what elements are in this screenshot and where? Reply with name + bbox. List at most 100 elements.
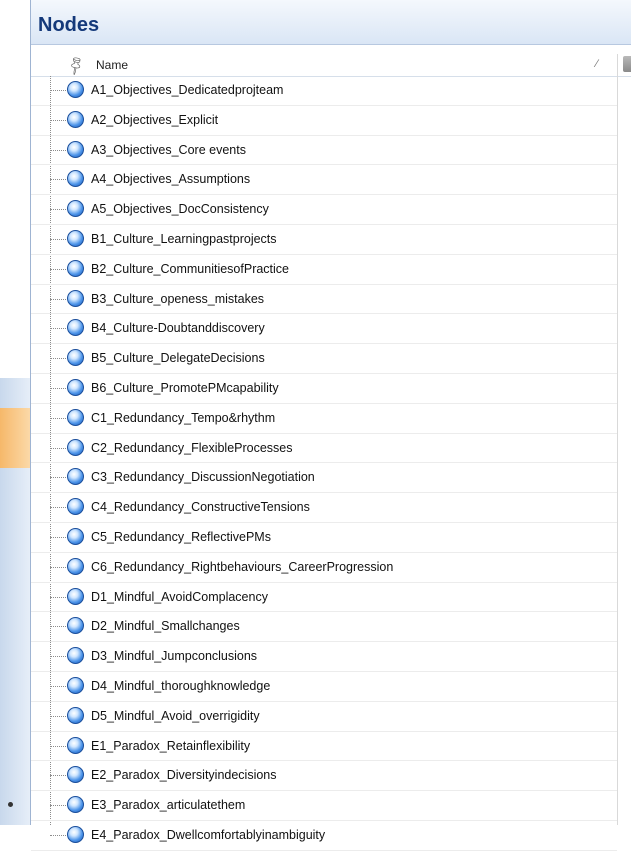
node-circle-icon: [67, 140, 84, 158]
node-label: C2_Redundancy_FlexibleProcesses: [91, 440, 293, 455]
node-circle-icon: [67, 587, 84, 605]
tree-connector: [50, 715, 66, 717]
node-label: A4_Objectives_Assumptions: [91, 172, 251, 187]
node-circle-icon: [67, 527, 84, 545]
tree-connector: [50, 507, 66, 509]
tree-connector: [50, 834, 66, 836]
tree-connector: [50, 447, 66, 449]
node-label: A3_Objectives_Core events: [91, 142, 246, 157]
node-label: A5_Objectives_DocConsistency: [91, 202, 269, 217]
node-label: E4_Paradox_Dwellcomfortablyinambiguity: [91, 827, 326, 842]
tree-connector: [50, 119, 66, 121]
tree-connector: [50, 656, 66, 658]
node-row[interactable]: D4_Mindful_thoroughknowledge: [31, 672, 617, 702]
node-row[interactable]: D3_Mindful_Jumpconclusions: [31, 642, 617, 672]
tree-connector: [50, 745, 66, 747]
node-label: D5_Mindful_Avoid_overrigidity: [91, 708, 260, 723]
node-row[interactable]: A4_Objectives_Assumptions: [31, 165, 617, 196]
left-frame-dot: [8, 802, 13, 807]
node-circle-icon: [67, 706, 84, 724]
panel-header: Nodes: [31, 0, 631, 45]
node-row[interactable]: A2_Objectives_Explicit: [31, 106, 617, 136]
tree-connector: [50, 596, 66, 598]
node-circle-icon: [67, 200, 84, 218]
node-row[interactable]: C3_Redundancy_DiscussionNegotiation: [31, 463, 617, 494]
node-row[interactable]: D5_Mindful_Avoid_overrigidity: [31, 702, 617, 732]
node-row[interactable]: C6_Redundancy_Rightbehaviours_CareerProg…: [31, 553, 617, 583]
node-label: E1_Paradox_Retainflexibility: [91, 738, 251, 753]
tree-connector: [50, 387, 66, 389]
tree-connector: [50, 149, 66, 151]
node-circle-icon: [67, 319, 84, 337]
node-row[interactable]: B4_Culture-Doubtanddiscovery: [31, 314, 617, 345]
tree-connector: [50, 179, 66, 181]
node-circle-icon: [67, 229, 84, 247]
tree-connector: [50, 805, 66, 807]
node-circle-icon: [67, 110, 84, 128]
node-circle-icon: [67, 408, 84, 426]
left-frame-selected-tab[interactable]: [0, 408, 30, 468]
node-circle-icon: [67, 617, 84, 635]
node-row[interactable]: A3_Objectives_Core events: [31, 136, 617, 166]
node-row[interactable]: B6_Culture_PromotePMcapability: [31, 374, 617, 404]
node-circle-icon: [67, 468, 84, 486]
sort-icon[interactable]: ∕: [596, 58, 598, 70]
node-circle-icon: [67, 736, 84, 754]
tree-connector: [50, 328, 66, 330]
node-circle-icon: [67, 259, 84, 277]
tree-connector: [50, 536, 66, 538]
node-row[interactable]: E2_Paradox_Diversityindecisions: [31, 761, 617, 792]
node-circle-icon: [67, 289, 84, 307]
node-circle-icon: [67, 349, 84, 367]
node-row[interactable]: B3_Culture_openess_mistakes: [31, 285, 617, 315]
node-row[interactable]: E4_Paradox_Dwellcomfortablyinambiguity: [31, 821, 617, 851]
node-label: B4_Culture-Doubtanddiscovery: [91, 321, 265, 336]
node-row[interactable]: E1_Paradox_Retainflexibility: [31, 732, 617, 762]
node-label: D4_Mindful_thoroughknowledge: [91, 678, 271, 693]
tree-connector: [50, 566, 66, 568]
node-label: D2_Mindful_Smallchanges: [91, 619, 240, 634]
node-circle-icon: [67, 766, 84, 784]
tree-connector: [50, 268, 66, 270]
node-label: E3_Paradox_articulatethem: [91, 798, 246, 813]
node-label: E2_Paradox_Diversityindecisions: [91, 768, 277, 783]
node-circle-icon: [67, 378, 84, 396]
node-circle-icon: [67, 438, 84, 456]
nodes-panel: Nodes 📌︎ Name ∕ A1_Objectives_Dedicatedp…: [30, 0, 631, 851]
tree-connector: [50, 209, 66, 211]
node-circle-icon: [67, 825, 84, 843]
column-extra-icon[interactable]: [623, 56, 631, 72]
node-row[interactable]: C5_Redundancy_ReflectivePMs: [31, 523, 617, 553]
node-row[interactable]: A5_Objectives_DocConsistency: [31, 195, 617, 225]
pin-icon[interactable]: 📌︎: [64, 53, 88, 77]
node-label: C5_Redundancy_ReflectivePMs: [91, 529, 271, 544]
column-header-name[interactable]: Name: [96, 58, 128, 72]
column-header-row: 📌︎ Name ∕: [31, 53, 631, 77]
node-list: A1_Objectives_Dedicatedprojteam A2_Object…: [31, 76, 617, 851]
node-label: C4_Redundancy_ConstructiveTensions: [91, 500, 310, 515]
node-row[interactable]: D1_Mindful_AvoidComplacency: [31, 583, 617, 613]
node-label: C6_Redundancy_Rightbehaviours_CareerProg…: [91, 559, 394, 574]
tree-connector: [50, 358, 66, 360]
tree-connector: [50, 298, 66, 300]
node-circle-icon: [67, 796, 84, 814]
node-row[interactable]: B2_Culture_CommunitiesofPractice: [31, 255, 617, 285]
panel-title: Nodes: [38, 14, 100, 36]
tree-connector: [50, 90, 66, 91]
node-label: B5_Culture_DelegateDecisions: [91, 351, 265, 366]
node-row[interactable]: D2_Mindful_Smallchanges: [31, 612, 617, 643]
node-row[interactable]: B1_Culture_Learningpastprojects: [31, 225, 617, 255]
node-row[interactable]: C1_Redundancy_Tempo&rhythm: [31, 404, 617, 434]
node-row[interactable]: A1_Objectives_Dedicatedprojteam: [31, 76, 617, 106]
node-label: C1_Redundancy_Tempo&rhythm: [91, 410, 276, 425]
node-row[interactable]: E3_Paradox_articulatethem: [31, 791, 617, 821]
node-label: D1_Mindful_AvoidComplacency: [91, 589, 268, 604]
node-label: A1_Objectives_Dedicatedprojteam: [91, 83, 284, 97]
node-label: B1_Culture_Learningpastprojects: [91, 231, 277, 246]
node-row[interactable]: C4_Redundancy_ConstructiveTensions: [31, 493, 617, 523]
node-label: A2_Objectives_Explicit: [91, 112, 219, 127]
node-row[interactable]: B5_Culture_DelegateDecisions: [31, 344, 617, 374]
node-label: B3_Culture_openess_mistakes: [91, 291, 265, 306]
node-row[interactable]: C2_Redundancy_FlexibleProcesses: [31, 434, 617, 464]
node-label: D3_Mindful_Jumpconclusions: [91, 649, 258, 664]
